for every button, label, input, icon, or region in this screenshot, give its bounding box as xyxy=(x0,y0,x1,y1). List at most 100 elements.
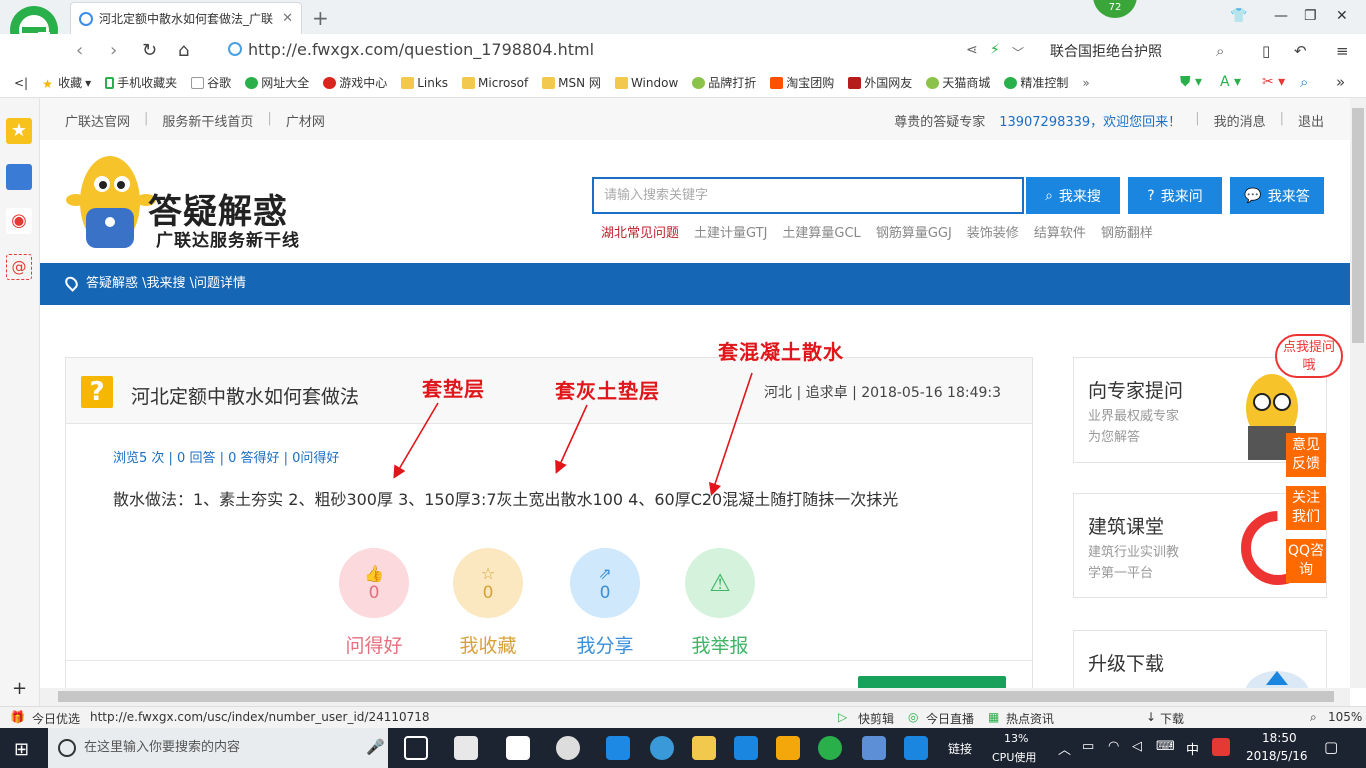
mail-icon[interactable]: @ xyxy=(6,254,32,280)
edge-icon[interactable] xyxy=(606,736,630,760)
mic-icon[interactable]: 🎤 xyxy=(366,738,385,756)
add-icon[interactable]: + xyxy=(12,678,27,699)
bookmarks-bar: <| ★ 收藏 ▾ 手机收藏夹 谷歌 网址大全 游戏中心 Links Micros… xyxy=(0,68,1366,98)
news-icon: ▦ xyxy=(988,710,1000,724)
bookmark-games[interactable]: 游戏中心 xyxy=(323,74,387,91)
zoom-level[interactable]: 105% xyxy=(1328,710,1362,724)
course-line1: 建筑行业实训教 xyxy=(1088,545,1180,560)
ime-indicator[interactable]: 中 xyxy=(1186,739,1199,758)
qq-consult-button[interactable]: QQ咨询 xyxy=(1286,539,1326,583)
video-icon: ▷ xyxy=(838,710,848,724)
bookmark-brand[interactable]: 品牌打折 xyxy=(692,74,756,91)
restore-icon[interactable]: ❐ xyxy=(1304,8,1317,24)
download-box[interactable]: 升级下载 xyxy=(1073,630,1327,688)
weibo-icon[interactable]: ◉ xyxy=(6,208,32,234)
download-link[interactable]: 下载 xyxy=(1160,710,1184,727)
scissors-icon[interactable]: ✂ ▾ xyxy=(1262,74,1285,90)
vertical-scroll-thumb[interactable] xyxy=(1352,108,1364,343)
horizontal-scroll-thumb[interactable] xyxy=(58,691,1334,702)
active-browser-icon[interactable] xyxy=(818,736,842,760)
home-icon[interactable]: ⌂ xyxy=(178,40,189,61)
sidebar-toggle-icon[interactable]: <| xyxy=(14,76,28,90)
live-today[interactable]: 今日直播 xyxy=(926,710,974,727)
wallet-icon[interactable]: ⛊ ▾ xyxy=(1180,74,1202,90)
bookmark-windows[interactable]: Window xyxy=(614,76,678,90)
browser-e-icon[interactable] xyxy=(506,736,530,760)
bookmark-msn[interactable]: MSN 网 xyxy=(542,74,601,91)
bookmark-google[interactable]: 谷歌 xyxy=(191,74,231,91)
minimize-icon[interactable]: — xyxy=(1274,8,1288,24)
menu-icon[interactable]: ≡ xyxy=(1336,42,1349,60)
bookmark-taobao[interactable]: 淘宝团购 xyxy=(770,74,834,91)
search-icon[interactable]: ⌕ xyxy=(1216,42,1224,60)
tray-up-icon[interactable]: ︿ xyxy=(1058,739,1071,758)
browser-search-input[interactable]: 联合国拒绝台护照 xyxy=(1050,41,1162,61)
task-view-icon[interactable] xyxy=(404,736,428,760)
ask-expert-line2: 为您解答 xyxy=(1088,430,1141,445)
undo-icon[interactable]: ↶ xyxy=(1294,42,1307,60)
clock-date[interactable]: 2018/5/16 xyxy=(1246,749,1308,763)
browser-sidebar: ★ ◉ @ + xyxy=(0,98,40,708)
wifi-icon[interactable]: ◠ xyxy=(1108,739,1119,754)
bookmark-favorites[interactable]: ★ 收藏 ▾ xyxy=(42,74,91,91)
ie-icon[interactable] xyxy=(650,736,674,760)
links-label[interactable]: 链接 xyxy=(948,740,972,757)
keyboard-icon[interactable]: ⌨ xyxy=(1156,739,1175,754)
bookmark-microsoft[interactable]: Microsof xyxy=(462,76,528,90)
hot-news[interactable]: 热点资讯 xyxy=(1006,710,1054,727)
new-tab-icon[interactable]: + xyxy=(312,6,329,30)
status-bar: 🎁 今日优选 http://e.fwxgx.com/usc/index/numb… xyxy=(0,706,1366,728)
download-title: 升级下载 xyxy=(1088,653,1165,675)
cpu-label: CPU使用 xyxy=(992,751,1037,764)
tab-favicon-icon xyxy=(79,11,93,26)
clipboard-icon[interactable] xyxy=(862,736,886,760)
glodon-icon[interactable] xyxy=(734,736,758,760)
shirt-icon[interactable]: 👕 xyxy=(1230,8,1247,24)
bookmark-precise[interactable]: 精准控制 xyxy=(1004,74,1068,91)
more-icon[interactable]: » xyxy=(1336,73,1345,91)
lightning-icon[interactable]: ⚡ xyxy=(990,42,1000,58)
battery-icon[interactable]: ▭ xyxy=(1082,739,1094,754)
url-field[interactable]: http://e.fwxgx.com/question_1798804.html xyxy=(248,40,594,59)
sogou-icon[interactable] xyxy=(1212,738,1230,756)
quick-clip[interactable]: 快剪辑 xyxy=(858,710,894,727)
plus-app-icon[interactable] xyxy=(904,736,928,760)
app-icon[interactable] xyxy=(556,736,580,760)
bookmark-mobile[interactable]: 手机收藏夹 xyxy=(105,74,177,91)
back-icon[interactable]: ‹ xyxy=(76,40,83,61)
magnifier-icon[interactable]: ⌕ xyxy=(1300,73,1308,91)
browser-tab[interactable]: 河北定额中散水如何套做法_广联 ✕ xyxy=(70,2,302,34)
download-icon: ↓ xyxy=(1146,710,1157,724)
cloud-download-icon xyxy=(1245,671,1309,688)
taskbar-search[interactable]: 在这里输入你要搜索的内容 xyxy=(48,728,388,768)
star-icon[interactable]: ★ xyxy=(6,118,32,144)
explorer-icon[interactable] xyxy=(692,736,716,760)
share-icon[interactable]: ⋖ xyxy=(966,42,978,58)
fan-app-icon[interactable] xyxy=(454,736,478,760)
volume-icon[interactable]: ◁ xyxy=(1132,739,1142,754)
reload-icon[interactable]: ↻ xyxy=(142,40,157,61)
notification-icon[interactable]: ▢ xyxy=(1324,738,1338,756)
site-security-icon xyxy=(228,42,242,56)
clock-time[interactable]: 18:50 xyxy=(1262,731,1297,745)
live-icon: ◎ xyxy=(908,710,919,724)
close-window-icon[interactable]: ✕ xyxy=(1336,8,1348,24)
notes-icon[interactable] xyxy=(776,736,800,760)
forward-icon[interactable]: › xyxy=(110,40,117,61)
ask-bubble[interactable]: 点我提问哦 xyxy=(1275,334,1343,378)
feedback-button[interactable]: 意见反馈 xyxy=(1286,433,1326,477)
daily-pick[interactable]: 今日优选 xyxy=(32,710,80,727)
tab-close-icon[interactable]: ✕ xyxy=(282,11,293,26)
translate-icon[interactable]: A ▾ xyxy=(1220,74,1241,90)
gift-icon: 🎁 xyxy=(10,710,25,724)
bookmark-links[interactable]: Links xyxy=(401,76,448,90)
bookmark-foreign[interactable]: 外国网友 xyxy=(848,74,912,91)
chevron-down-icon[interactable]: ﹀ xyxy=(1012,44,1024,61)
news-icon[interactable] xyxy=(6,164,32,190)
bookmark-tmall[interactable]: 天猫商城 xyxy=(926,74,990,91)
bookmark-hao[interactable]: 网址大全 xyxy=(245,74,309,91)
follow-button[interactable]: 关注我们 xyxy=(1286,486,1326,530)
windows-start-icon[interactable]: ⊞ xyxy=(14,739,29,760)
phone-icon[interactable]: ▯ xyxy=(1262,42,1270,60)
more-bookmarks-icon[interactable]: » xyxy=(1082,76,1089,90)
